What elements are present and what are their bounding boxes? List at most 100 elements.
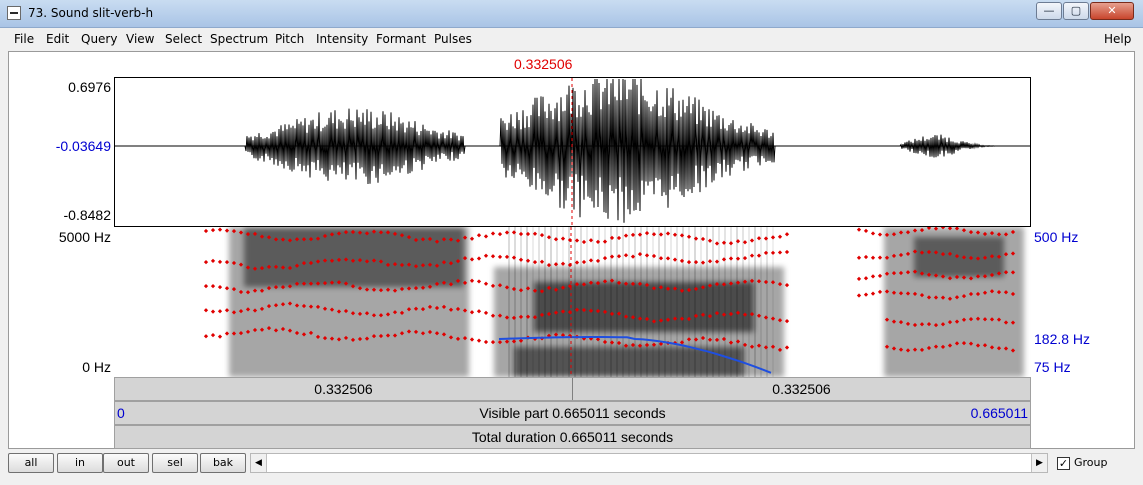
window-title: 73. Sound slit-verb-h — [28, 6, 154, 20]
pitch-top-label: 500 Hz — [1034, 229, 1079, 245]
formant-dot — [863, 276, 869, 281]
formant-dot — [749, 253, 755, 258]
formant-dot — [784, 232, 790, 237]
formant-dot — [518, 231, 524, 237]
formant-dot — [469, 236, 475, 241]
formant-dot — [856, 227, 862, 232]
formant-dot — [877, 273, 883, 278]
formant-dot — [707, 238, 713, 243]
formant-dot — [224, 286, 230, 291]
menu-query[interactable]: Query — [81, 32, 117, 46]
formant-dot — [581, 259, 587, 265]
spectrogram-plot — [203, 227, 1024, 377]
formant-dot — [469, 310, 475, 315]
formant-dot — [770, 250, 776, 255]
formant-dot — [870, 255, 876, 260]
formant-dot — [777, 234, 783, 239]
zoom-out-button[interactable]: out — [103, 453, 149, 473]
formant-dot — [476, 309, 482, 314]
menu-help[interactable]: Help — [1104, 32, 1131, 46]
menu-pulses[interactable]: Pulses — [434, 32, 472, 46]
formant-dot — [644, 231, 650, 236]
formant-dot — [476, 279, 482, 284]
total-duration-label: Total duration 0.665011 seconds — [471, 429, 674, 445]
formant-dot — [210, 309, 216, 314]
group-checkbox[interactable]: ✓ — [1057, 457, 1070, 470]
minimize-button[interactable]: — — [1036, 2, 1062, 20]
zoom-in-button[interactable]: in — [57, 453, 103, 473]
menu-spectrum[interactable]: Spectrum — [210, 32, 268, 46]
spectrogram-view[interactable] — [114, 227, 1031, 377]
formant-dot — [476, 233, 482, 238]
formant-dot — [877, 289, 883, 295]
menu-bar: File Edit Query View Select Spectrum Pit… — [0, 29, 1143, 49]
maximize-button[interactable]: ▢ — [1063, 2, 1089, 20]
spectrogram-energy-block — [244, 227, 464, 287]
formant-dot — [707, 259, 713, 264]
formant-dot — [728, 241, 734, 246]
formant-dot — [770, 235, 776, 240]
formant-dot — [877, 232, 883, 237]
formant-dot — [203, 334, 209, 339]
formant-dot — [870, 274, 876, 279]
formant-dot — [210, 258, 216, 264]
scroll-left-arrow-icon[interactable]: ◀ — [251, 454, 267, 472]
formant-dot — [203, 228, 209, 234]
formant-dot — [210, 283, 216, 289]
waveform-plot — [115, 78, 1030, 226]
formant-dot — [497, 254, 503, 260]
spectrogram-freq-top-label: 5000 Hz — [58, 229, 111, 245]
cursor-time-label: 0.332506 — [514, 56, 573, 72]
zoom-back-button[interactable]: bak — [200, 453, 246, 473]
formant-dot — [856, 276, 862, 281]
left-segment-duration[interactable]: 0.332506 — [115, 381, 572, 397]
formant-dot — [784, 249, 790, 255]
spectrogram-energy-block — [534, 282, 754, 332]
pitch-value-label: 182.8 Hz — [1034, 331, 1091, 347]
visible-end-time: 0.665011 — [970, 405, 1028, 421]
formant-dot — [644, 253, 650, 258]
formant-dot — [469, 337, 475, 342]
formant-dot — [623, 233, 629, 238]
menu-pitch[interactable]: Pitch — [275, 32, 304, 46]
formant-dot — [483, 281, 489, 286]
formant-dot — [863, 254, 869, 260]
formant-dot — [224, 308, 230, 313]
zoom-all-button[interactable]: all — [8, 453, 54, 473]
formant-dot — [749, 238, 755, 243]
formant-dot — [217, 285, 223, 290]
menu-view[interactable]: View — [126, 32, 154, 46]
horizontal-scrollbar[interactable]: ◀ ▶ — [250, 453, 1048, 473]
scroll-right-arrow-icon[interactable]: ▶ — [1031, 454, 1047, 472]
formant-dot — [877, 255, 883, 260]
formant-dot — [210, 227, 216, 233]
group-label: Group — [1074, 456, 1108, 469]
formant-dot — [217, 309, 223, 314]
formant-dot — [203, 308, 209, 313]
signal-panel[interactable]: 0.332506 0.6976 -0.03649 -0.8482 5000 Hz… — [8, 51, 1135, 449]
waveform-ymax-label: 0.6976 — [68, 79, 111, 95]
menu-edit[interactable]: Edit — [46, 32, 69, 46]
visible-part-bar[interactable]: 0 Visible part 0.665011 seconds 0.665011 — [114, 401, 1031, 425]
zoom-selection-button[interactable]: sel — [152, 453, 198, 473]
menu-intensity[interactable]: Intensity — [316, 32, 368, 46]
formant-dot — [665, 256, 671, 261]
formant-dot — [784, 345, 790, 350]
waveform-view[interactable] — [114, 77, 1031, 227]
formant-dot — [217, 334, 223, 339]
formant-dot — [483, 310, 489, 316]
formant-dot — [224, 259, 230, 265]
menu-file[interactable]: File — [14, 32, 34, 46]
total-duration-bar[interactable]: Total duration 0.665011 seconds — [114, 425, 1031, 449]
formant-dot — [686, 234, 692, 239]
formant-dot — [483, 234, 489, 239]
close-button[interactable]: ✕ — [1090, 2, 1134, 20]
formant-dot — [490, 231, 496, 236]
menu-formant[interactable]: Formant — [376, 32, 426, 46]
right-segment-duration[interactable]: 0.332506 — [573, 381, 1030, 397]
formant-dot — [602, 239, 608, 244]
bottom-toolbar: all in out sel bak ◀ ▶ ✓ Group — [0, 451, 1143, 485]
formant-dot — [224, 331, 230, 336]
selection-time-bar[interactable]: 0.332506 0.332506 — [114, 377, 1031, 401]
menu-select[interactable]: Select — [165, 32, 202, 46]
